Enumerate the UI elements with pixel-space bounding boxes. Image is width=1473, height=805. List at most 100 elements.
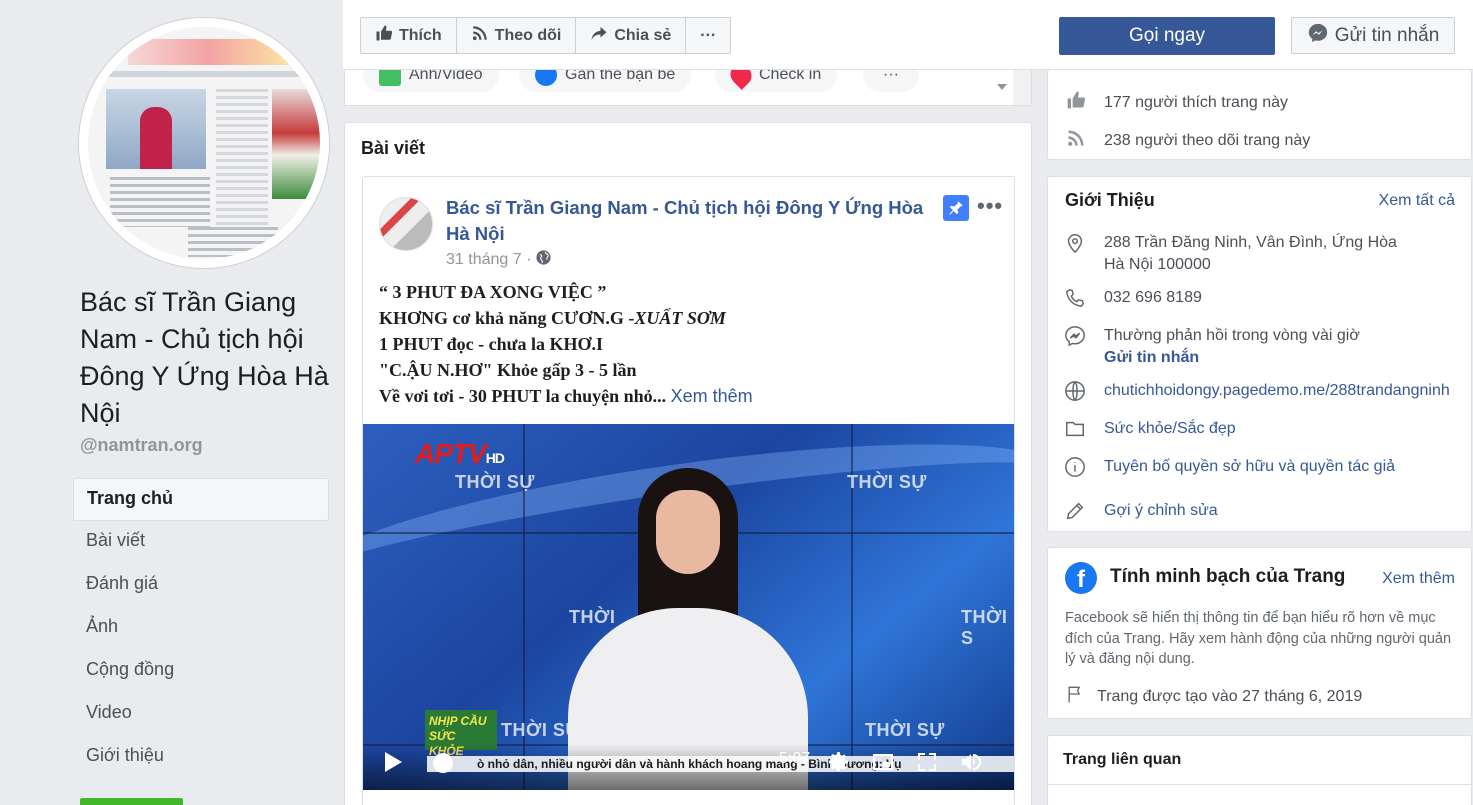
phone-icon — [1064, 287, 1086, 309]
page-created-date: Trang được tạo vào 27 tháng 6, 2019 — [1097, 687, 1363, 705]
pin-icon — [943, 195, 969, 221]
suggest-edit-row: Gợi ý chỉnh sửa — [1064, 500, 1218, 522]
post-date[interactable]: 31 tháng 7 · — [446, 251, 531, 269]
follow-label: Theo dõi — [494, 26, 562, 44]
folder-icon — [1064, 418, 1086, 440]
transparency-card: f Tính minh bạch của Trang Xem thêm Face… — [1047, 547, 1472, 719]
photo-video-label: Ảnh/Video — [409, 70, 483, 83]
post-meta: 31 tháng 7 · — [446, 249, 552, 271]
call-now-button[interactable]: Gọi ngay — [1059, 17, 1275, 55]
followers-stat: 238 người theo dõi trang này — [1066, 128, 1310, 153]
profile-picture-image — [88, 27, 320, 259]
action-button-group: Thích Theo dõi Chia sẻ ··· — [360, 17, 732, 54]
about-see-all-link[interactable]: Xem tất cả — [1379, 192, 1455, 210]
send-message-link[interactable]: Gửi tin nhắn — [1104, 347, 1360, 369]
fullscreen-icon[interactable] — [915, 750, 939, 774]
nav-item-photos[interactable]: Ảnh — [73, 607, 329, 650]
flag-icon — [1065, 684, 1085, 709]
share-button[interactable]: Chia sẻ — [576, 18, 687, 53]
tag-friends-icon — [535, 70, 557, 86]
video-duration: 5:07 — [779, 750, 811, 767]
more-options-button[interactable]: ··· — [686, 18, 730, 53]
scroll-down-icon[interactable] — [997, 84, 1007, 90]
picture-in-picture-icon[interactable] — [871, 750, 895, 774]
website-link[interactable]: chutichhoidongy.pagedemo.me/288trandangn… — [1104, 380, 1456, 402]
send-message-button[interactable]: Gửi tin nhắn — [1291, 17, 1455, 54]
address-row: 288 Trần Đăng Ninh, Vân Đình, Ứng Hòa Hà … — [1064, 232, 1397, 276]
post-composer: Ảnh/Video Gắn thẻ bạn bè Check in ··· — [344, 70, 1032, 106]
nav-item-reviews[interactable]: Đánh giá — [73, 564, 329, 607]
check-in-chip[interactable]: Check in — [715, 70, 838, 92]
related-pages-title: Trang liên quan — [1063, 751, 1182, 768]
page-username[interactable]: @namtran.org — [80, 435, 203, 456]
share-arrow-icon — [590, 24, 608, 47]
post-author-name[interactable]: Bác sĩ Trần Giang Nam - Chủ tịch hội Đôn… — [446, 195, 946, 247]
video-progress-handle[interactable] — [433, 753, 453, 773]
play-icon[interactable] — [385, 752, 402, 772]
post: Bác sĩ Trần Giang Nam - Chủ tịch hội Đôn… — [362, 176, 1015, 805]
category-link[interactable]: Sức khỏe/Sắc đẹp — [1104, 418, 1236, 440]
see-more-link[interactable]: Xem thêm — [671, 386, 753, 406]
follow-button[interactable]: Theo dõi — [457, 18, 577, 53]
page-stats-card: 177 người thích trang này 238 người theo… — [1047, 70, 1472, 160]
post-message: “ 3 PHUT ĐA XONG VIỆC ” KHƠNG cơ khả năn… — [379, 279, 999, 409]
likes-stat: 177 người thích trang này — [1066, 90, 1288, 115]
composer-more-button[interactable]: ··· — [863, 70, 919, 92]
nav-item-posts[interactable]: Bài viết — [73, 521, 329, 564]
create-page-button[interactable] — [80, 798, 183, 805]
post-line-1: “ 3 PHUT ĐA XONG VIỆC ” — [379, 282, 607, 302]
transparency-see-more-link[interactable]: Xem thêm — [1382, 570, 1455, 588]
post-line-4: "C.ẬU N.HƠ" Khỏe gấp 3 - 5 lần — [379, 360, 637, 380]
channel-logo: APTVHD — [415, 438, 505, 469]
copyright-link[interactable]: Tuyên bố quyền sở hữu và quyền tác giả — [1104, 456, 1395, 478]
messenger-icon — [1307, 22, 1329, 50]
post-author-avatar[interactable] — [379, 197, 433, 251]
facebook-logo-icon: f — [1065, 562, 1097, 594]
video-overlay-text: THỜI S — [961, 607, 1008, 648]
send-message-label: Gửi tin nhắn — [1334, 24, 1440, 46]
nav-item-videos[interactable]: Video — [73, 693, 329, 736]
tag-friends-chip[interactable]: Gắn thẻ bạn bè — [519, 70, 692, 92]
phone-number[interactable]: 032 696 8189 — [1104, 287, 1202, 309]
messenger-icon — [1064, 325, 1086, 347]
settings-gear-icon[interactable] — [827, 750, 851, 774]
video-overlay-text: THỜI SỰ — [865, 720, 945, 740]
page-profile-picture[interactable] — [79, 18, 329, 268]
post-options-button[interactable]: ••• — [977, 193, 1003, 219]
page-action-bar: Thích Theo dõi Chia sẻ ··· Gọi ngay Gửi … — [343, 0, 1473, 70]
about-title: Giới Thiệu — [1065, 190, 1155, 210]
followers-count: 238 người theo dõi trang này — [1104, 131, 1311, 149]
globe-icon — [535, 249, 552, 271]
nav-item-home[interactable]: Trang chủ — [73, 478, 329, 521]
transparency-description: Facebook sẽ hiển thị thông tin để bạn hi… — [1065, 610, 1452, 667]
map-pin-icon — [1064, 232, 1086, 254]
photo-icon — [379, 70, 401, 86]
check-in-label: Check in — [759, 70, 822, 83]
video-player[interactable]: APTVHD THỜI SỰ THỜI SỰ THỜI THỜI S THỜI … — [363, 424, 1014, 790]
volume-icon[interactable] — [959, 750, 983, 774]
share-label: Chia sẻ — [614, 26, 672, 44]
post-line-2: KHƠNG cơ khả năng CƯƠN.G -XUẤT SƠM — [379, 308, 726, 328]
transparency-title: Tính minh bạch của Trang — [1110, 566, 1346, 587]
suggest-edit-link[interactable]: Gợi ý chỉnh sửa — [1104, 500, 1218, 522]
page-created-row: Trang được tạo vào 27 tháng 6, 2019 — [1065, 684, 1362, 709]
category-row: Sức khỏe/Sắc đẹp — [1064, 418, 1236, 440]
photo-video-chip[interactable]: Ảnh/Video — [363, 70, 499, 92]
composer-scrollbar[interactable] — [1013, 70, 1031, 105]
globe-icon — [1064, 380, 1086, 402]
video-overlay-text: THỜI SỰ — [847, 472, 927, 492]
rss-icon — [471, 24, 489, 47]
like-button[interactable]: Thích — [361, 18, 457, 53]
likes-count: 177 người thích trang này — [1104, 93, 1288, 111]
website-row: chutichhoidongy.pagedemo.me/288trandangn… — [1064, 380, 1456, 402]
nav-item-community[interactable]: Cộng đồng — [73, 650, 329, 693]
related-pages-card: Trang liên quan — [1047, 735, 1472, 805]
video-presenter — [568, 468, 808, 790]
left-column: Bác sĩ Trần Giang Nam - Chủ tịch hội Đôn… — [0, 0, 343, 805]
nav-item-about[interactable]: Giới thiệu — [73, 736, 329, 779]
response-row: Thường phản hồi trong vòng vài giờ Gửi ti… — [1064, 325, 1360, 369]
copyright-row: Tuyên bố quyền sở hữu và quyền tác giả — [1064, 456, 1395, 478]
video-overlay-text: THỜI SỰ — [455, 472, 535, 492]
post-line-3: 1 PHUT đọc - chưa la KHƠ.I — [379, 334, 603, 354]
response-time: Thường phản hồi trong vòng vài giờ — [1104, 327, 1360, 344]
